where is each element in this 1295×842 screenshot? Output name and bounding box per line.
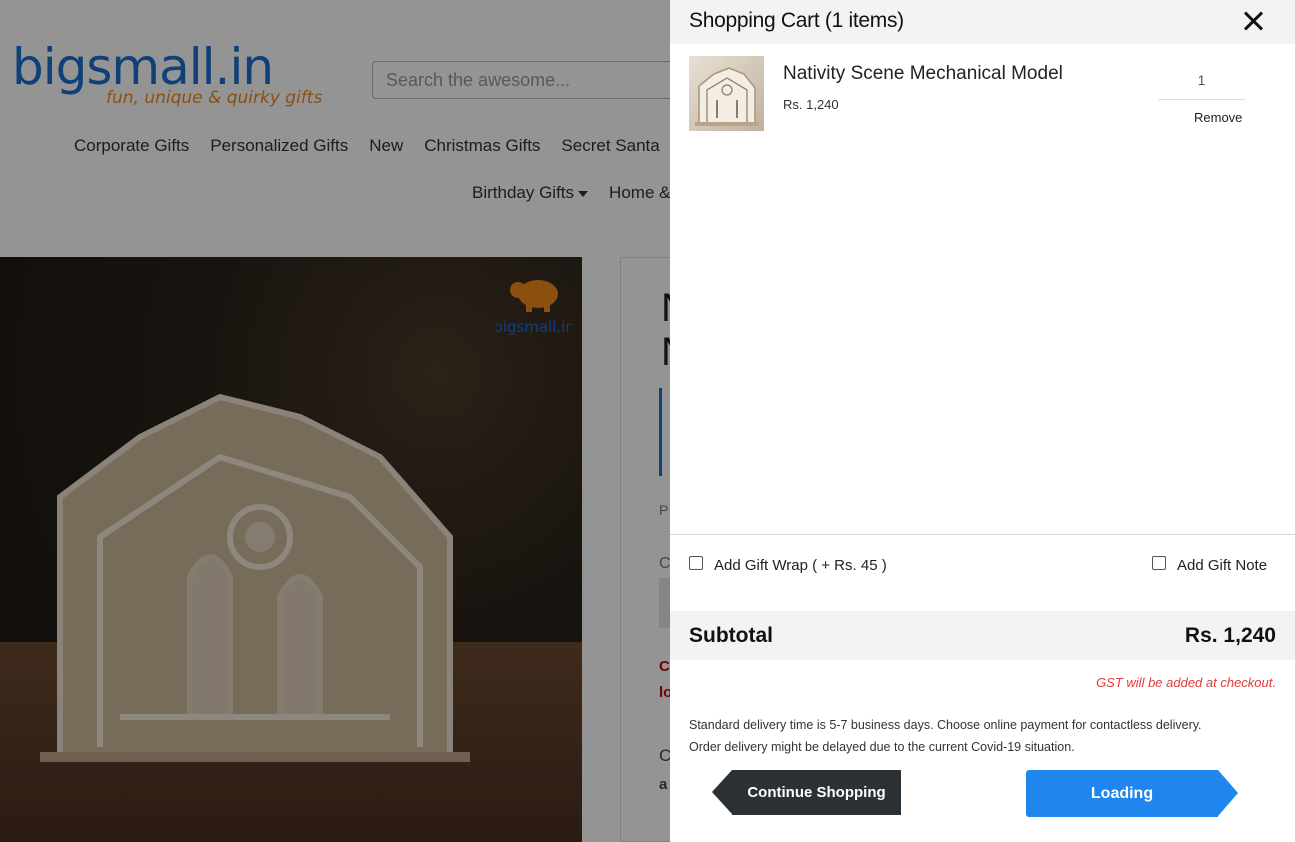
checkout-button[interactable]: Loading <box>1026 770 1238 817</box>
continue-shopping-button[interactable]: Continue Shopping <box>712 770 901 815</box>
item-name[interactable]: Nativity Scene Mechanical Model <box>783 63 1063 85</box>
checkout-button-label: Loading <box>1090 784 1154 802</box>
cart-title: Shopping Cart (1 items) <box>689 9 904 32</box>
cart-item: Nativity Scene Mechanical Model Rs. 1,24… <box>689 56 1279 136</box>
gift-wrap-option[interactable]: Add Gift Wrap ( + Rs. 45 ) <box>689 555 887 574</box>
gift-wrap-label: Add Gift Wrap ( + Rs. 45 ) <box>714 557 887 574</box>
gift-wrap-checkbox[interactable] <box>689 555 703 570</box>
shopping-cart-drawer: Shopping Cart (1 items) Nativity Scene M… <box>670 0 1295 842</box>
item-price: Rs. 1,240 <box>783 97 839 112</box>
delivery-line-2: Order delivery might be delayed due to t… <box>689 740 1075 754</box>
subtotal-label: Subtotal <box>689 624 773 647</box>
gst-note: GST will be added at checkout. <box>1096 675 1276 690</box>
gift-note-option[interactable]: Add Gift Note <box>1152 555 1268 574</box>
divider <box>670 534 1295 535</box>
continue-shopping-label: Continue Shopping <box>747 784 886 801</box>
gift-note-label: Add Gift Note <box>1177 557 1268 574</box>
quantity-input[interactable]: 1 <box>1158 66 1245 100</box>
subtotal-value: Rs. 1,240 <box>1184 624 1276 647</box>
thumbnail-illustration <box>695 67 759 126</box>
cart-header: Shopping Cart (1 items) <box>670 0 1295 44</box>
close-icon[interactable] <box>1242 10 1264 32</box>
product-thumbnail[interactable] <box>689 56 764 131</box>
remove-item-link[interactable]: Remove <box>1194 110 1242 125</box>
delivery-info: Standard delivery time is 5-7 business d… <box>689 714 1202 758</box>
delivery-line-1: Standard delivery time is 5-7 business d… <box>689 718 1202 732</box>
subtotal-bar: Subtotal Rs. 1,240 <box>670 611 1295 660</box>
gift-note-checkbox[interactable] <box>1152 555 1166 570</box>
